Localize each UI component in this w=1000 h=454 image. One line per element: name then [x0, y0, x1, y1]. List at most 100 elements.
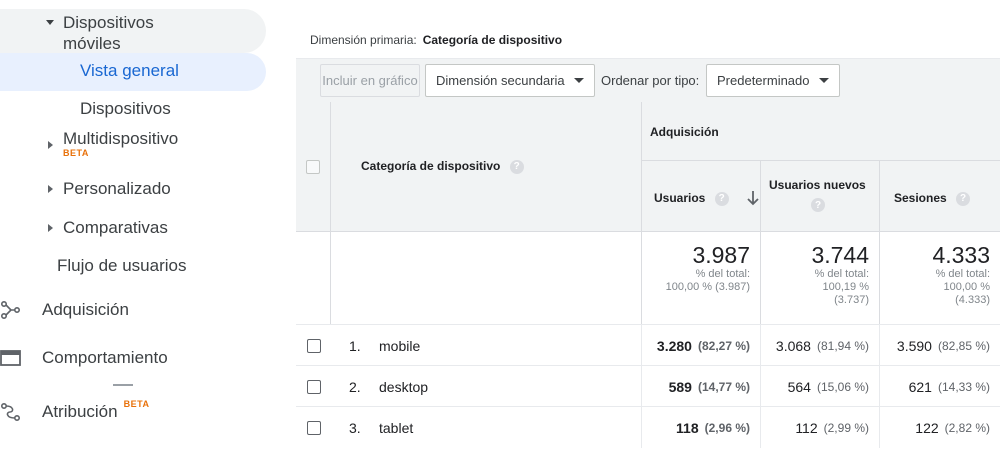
nav-item-multidispositivo[interactable]: Multidispositivo: [48, 129, 178, 149]
column-label: Usuarios: [654, 191, 706, 205]
header-dimension-cell[interactable]: Categoría de dispositivo ?: [331, 102, 642, 232]
beta-badge: BETA: [63, 148, 89, 158]
row-checkbox[interactable]: [306, 338, 321, 353]
total-percent-base: (4.333): [955, 294, 990, 306]
row-users-value: 3.280: [656, 337, 692, 354]
row-checkbox-cell: [296, 407, 331, 448]
row-users-cell: 3.280 (82,27 %): [642, 325, 761, 366]
row-sessions-cell: 122 (2,82 %): [880, 407, 1000, 448]
row-dimension-cell: 1. mobile: [331, 325, 642, 366]
total-percent-base: (3.737): [834, 294, 869, 306]
scroll-handle[interactable]: [113, 384, 133, 386]
include-in-chart-button[interactable]: Incluir en gráfico: [320, 64, 420, 97]
row-users-percent: (14,77 %): [697, 379, 750, 394]
total-percent-value: 100,19 %: [822, 281, 869, 293]
row-users-percent: (2,96 %): [704, 420, 750, 435]
total-usuarios-nuevos: 3.744 % del total: 100,19 % (3.737): [761, 232, 880, 324]
help-icon[interactable]: ?: [509, 159, 524, 174]
row-new-users-cell: 3.068 (81,94 %): [761, 325, 880, 366]
row-index: 1.: [349, 337, 361, 354]
row-dimension-cell: 2. desktop: [331, 366, 642, 407]
caret-right-icon: [48, 185, 53, 193]
total-value: 3.987: [692, 242, 750, 268]
row-new-users-percent: (2,99 %): [823, 420, 869, 435]
row-users-percent: (82,27 %): [697, 338, 750, 353]
nav-item-vista-general[interactable]: Vista general: [80, 61, 179, 81]
secondary-dimension-label: Dimensión secundaria: [436, 73, 565, 88]
sort-arrow-down-icon[interactable]: [747, 190, 759, 206]
caret-down-icon: [46, 20, 54, 25]
nav-item-dispositivos[interactable]: Dispositivos: [80, 99, 171, 119]
table-row: 1. mobile 3.280 (82,27 %) 3.068 (81,94 %) …: [296, 324, 1000, 366]
row-new-users-value: 112: [795, 419, 818, 436]
row-checkbox[interactable]: [306, 379, 321, 394]
row-checkbox-cell: [296, 325, 331, 366]
beta-badge: BETA: [123, 399, 150, 409]
sort-type-label: Ordenar por tipo:: [601, 73, 700, 88]
row-new-users-cell: 112 (2,99 %): [761, 407, 880, 448]
attribution-icon: [0, 402, 21, 422]
row-new-users-value: 564: [787, 378, 811, 395]
row-sessions-percent: (14,33 %): [937, 379, 990, 394]
total-percent-value: 100,00 % (3.987): [665, 281, 750, 293]
nav-section-atribucion[interactable]: Atribución BETA: [0, 399, 290, 424]
row-dimension-link[interactable]: tablet: [379, 420, 413, 436]
caret-right-icon: [48, 224, 53, 232]
help-icon[interactable]: ?: [956, 191, 971, 206]
row-index: 3.: [349, 419, 361, 436]
nav-item-personalizado[interactable]: Personalizado: [48, 179, 171, 199]
sort-type-value: Predeterminado: [717, 73, 810, 88]
header-column-usuarios-nuevos[interactable]: Usuarios nuevos ?: [761, 161, 880, 232]
select-all-checkbox[interactable]: [306, 160, 320, 174]
total-usuarios: 3.987 % del total: 100,00 % (3.987): [642, 232, 761, 324]
totals-label-spacer: [331, 232, 642, 324]
nav-section-comportamiento[interactable]: Comportamiento: [0, 346, 290, 370]
row-sessions-value: 621: [908, 378, 932, 395]
row-dimension-cell: 3. tablet: [331, 407, 642, 448]
table-row: 3. tablet 118 (2,96 %) 112 (2,99 %) 122 (2,…: [296, 406, 1000, 448]
nav-item-flujo-usuarios[interactable]: Flujo de usuarios: [57, 256, 186, 276]
row-sessions-value: 122: [915, 419, 939, 436]
row-dimension-link[interactable]: desktop: [379, 379, 428, 395]
column-label: Usuarios nuevos: [769, 178, 866, 192]
header-group-acquisition: Adquisición: [642, 102, 1000, 161]
total-percent-label: % del total:: [814, 268, 869, 280]
nav-section-label: Atribución: [42, 402, 118, 421]
column-label: Sesiones: [894, 191, 947, 205]
help-icon[interactable]: ?: [714, 191, 729, 206]
nav-item-label: Multidispositivo: [63, 129, 179, 148]
row-checkbox[interactable]: [306, 420, 321, 435]
report-table: Categoría de dispositivo ? Adquisición U…: [296, 102, 1000, 454]
row-sessions-cell: 3.590 (82,85 %): [880, 325, 1000, 366]
nav-item-comparativas[interactable]: Comparativas: [48, 218, 168, 238]
header-column-sesiones[interactable]: Sesiones ?: [880, 161, 1000, 232]
acquisition-icon: [0, 300, 21, 320]
row-new-users-percent: (81,94 %): [816, 338, 869, 353]
table-row: 2. desktop 589 (14,77 %) 564 (15,06 %) 621…: [296, 365, 1000, 407]
nav-section-adquisicion[interactable]: Adquisición: [0, 298, 290, 322]
row-checkbox-cell: [296, 366, 331, 407]
primary-dimension-value[interactable]: Categoría de dispositivo: [423, 33, 562, 47]
header-checkbox-cell: [296, 102, 331, 232]
row-sessions-cell: 621 (14,33 %): [880, 366, 1000, 407]
row-new-users-cell: 564 (15,06 %): [761, 366, 880, 407]
nav-parent-dispositivos-moviles[interactable]: Dispositivos móviles: [46, 12, 154, 54]
row-new-users-percent: (15,06 %): [816, 379, 869, 394]
header-column-usuarios[interactable]: Usuarios ?: [642, 161, 761, 232]
nav-section-label: Comportamiento: [42, 348, 168, 367]
nav-item-label: Dispositivos: [80, 99, 171, 118]
total-value: 4.333: [932, 242, 990, 268]
total-sesiones: 4.333 % del total: 100,00 % (4.333): [880, 232, 1000, 324]
secondary-dimension-dropdown[interactable]: Dimensión secundaria: [425, 64, 595, 97]
help-icon[interactable]: ?: [811, 198, 825, 212]
nav-item-label: Personalizado: [63, 179, 171, 198]
total-value: 3.744: [811, 242, 869, 268]
behavior-icon: [0, 350, 21, 366]
total-percent-value: 100,00 %: [943, 281, 990, 293]
include-in-chart-label: Incluir en gráfico: [322, 73, 418, 88]
row-sessions-percent: (82,85 %): [937, 338, 990, 353]
sort-type-dropdown[interactable]: Predeterminado: [706, 64, 840, 97]
row-dimension-link[interactable]: mobile: [379, 338, 420, 354]
dropdown-arrow-icon: [819, 78, 829, 83]
totals-checkbox-spacer: [296, 232, 331, 324]
